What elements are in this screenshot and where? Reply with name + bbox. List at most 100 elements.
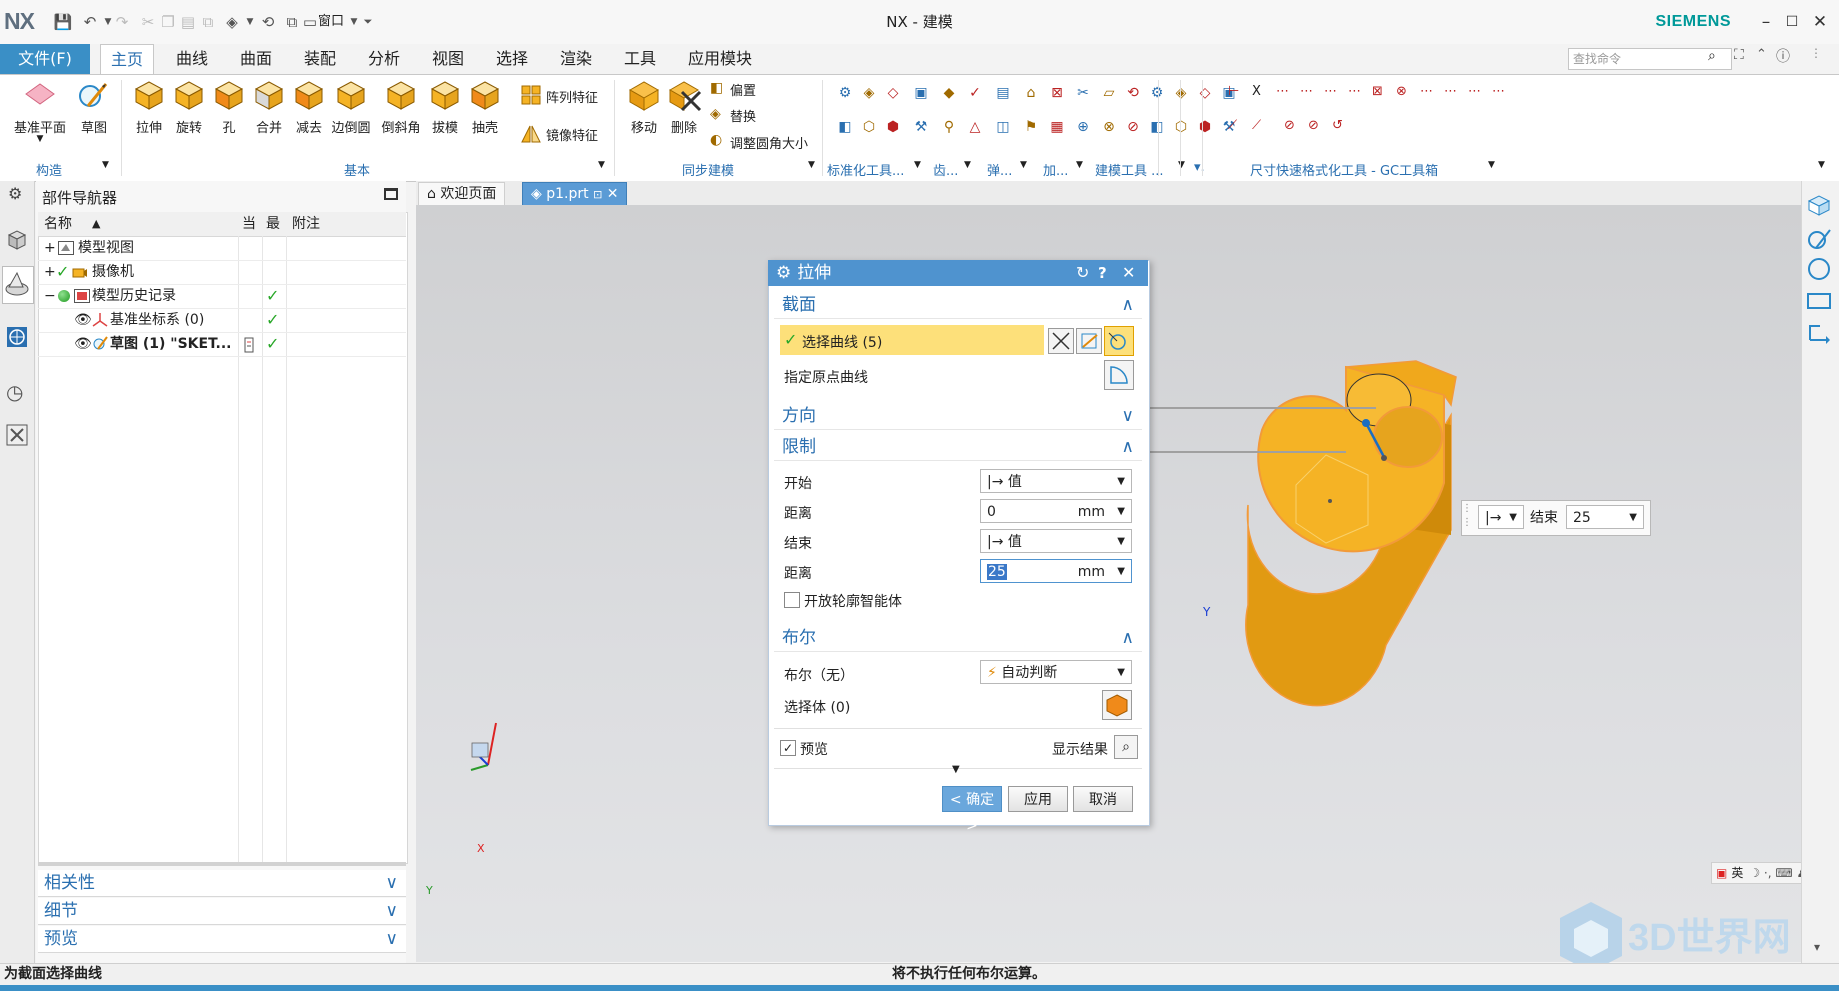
dimension-tool-icon[interactable]: ↺ xyxy=(1332,118,1343,133)
tab-application[interactable]: 应用模块 xyxy=(678,44,762,74)
boolean-group-header[interactable]: 布尔 ∧ xyxy=(774,625,1142,652)
datum-plane-icon[interactable] xyxy=(22,80,58,108)
column-current[interactable]: 当 xyxy=(242,212,256,236)
revolve-icon[interactable] xyxy=(172,78,206,112)
dimension-tool-icon[interactable]: ⟋ xyxy=(1252,118,1261,133)
expand-icon[interactable]: + xyxy=(44,260,56,284)
dimension-format-icon[interactable]: ⋯ xyxy=(1324,84,1337,99)
end-distance-input[interactable]: 25 mm ▼ xyxy=(980,559,1132,583)
column-notes[interactable]: 附注 xyxy=(292,212,320,236)
show-result-search-icon[interactable]: ⌕ xyxy=(1114,735,1138,759)
tool-icon[interactable]: ◧ xyxy=(1148,118,1166,136)
draft-icon[interactable] xyxy=(428,78,462,112)
dimension-format-icon[interactable]: ⋯ xyxy=(1420,84,1433,99)
machining-group-label[interactable]: 加... xyxy=(1043,160,1068,179)
dialog-title-bar[interactable]: ⚙ 拉伸 xyxy=(768,260,1148,286)
expand-icon[interactable]: + xyxy=(44,236,56,260)
curve-select-button[interactable] xyxy=(1104,326,1134,356)
chevron-down-icon[interactable]: ∨ xyxy=(386,926,398,952)
pattern-feature-icon[interactable] xyxy=(520,84,542,106)
tool-icon[interactable]: ⬢ xyxy=(884,118,902,136)
tool-icon[interactable]: ◆ xyxy=(940,84,958,102)
tab-home[interactable]: 主页 xyxy=(100,44,155,75)
replace-face-button[interactable]: 替换 xyxy=(730,106,756,125)
collapse-icon[interactable]: − xyxy=(44,284,56,308)
shell-icon[interactable] xyxy=(468,78,502,112)
standard-tools-group-label[interactable]: 标准化工具... xyxy=(827,160,904,179)
assembly-navigator-icon[interactable] xyxy=(6,228,28,252)
tool-icon[interactable]: ◧ xyxy=(836,118,854,136)
direction-group-header[interactable]: 方向 ∨ xyxy=(774,403,1142,430)
tab-surface[interactable]: 曲面 xyxy=(230,44,282,74)
sketch-button[interactable]: 草图 xyxy=(72,117,116,136)
tool-icon[interactable]: ⚙ xyxy=(1148,84,1166,102)
pattern-feature-button[interactable]: 阵列特征 xyxy=(546,87,598,106)
dimension-tool-icon[interactable]: ⟋ xyxy=(1228,118,1237,133)
origin-curve-button[interactable] xyxy=(1104,360,1134,390)
dimension-format-icon[interactable]: ⋯ xyxy=(1468,84,1481,99)
sort-ascending-icon[interactable]: ▲ xyxy=(92,212,100,236)
tool-icon[interactable]: ✓ xyxy=(966,84,984,102)
shell-button[interactable]: 抽壳 xyxy=(462,117,508,136)
chevron-down-icon[interactable]: ∨ xyxy=(386,898,398,924)
dimension-format-icon[interactable]: ⊢ xyxy=(1228,84,1239,99)
gear-icon[interactable]: ⚙ xyxy=(768,263,797,283)
help-icon[interactable]: ? xyxy=(1098,260,1107,286)
column-latest[interactable]: 最 xyxy=(266,212,280,236)
ok-button[interactable]: < 确定 > xyxy=(942,786,1002,834)
tab-render[interactable]: 渲染 xyxy=(550,44,602,74)
chevron-up-icon[interactable]: ∧ xyxy=(1122,434,1134,460)
view-cube-icon[interactable] xyxy=(1806,193,1832,217)
tool-icon[interactable]: ⌂ xyxy=(1022,84,1040,102)
tool-icon[interactable]: ⊠ xyxy=(1048,84,1066,102)
machining-group-dropdown-icon[interactable]: ▼ xyxy=(1076,160,1083,170)
tab-assembly[interactable]: 装配 xyxy=(294,44,346,74)
tab-file[interactable]: 文件(F) xyxy=(0,44,90,74)
dimension-format-icon[interactable]: ⋯ xyxy=(1348,84,1361,99)
settings-gear-icon[interactable]: ⚙ xyxy=(8,184,22,203)
end-limit-type-dropdown[interactable]: |→ ▼ xyxy=(1478,505,1524,529)
maximize-panel-icon[interactable] xyxy=(384,188,398,200)
edge-blend-icon[interactable] xyxy=(334,78,368,112)
preview-checkbox[interactable]: ✓ xyxy=(780,740,796,756)
apply-button[interactable]: 应用 xyxy=(1008,786,1068,812)
select-body-button[interactable] xyxy=(1102,690,1132,720)
dimension-format-icon[interactable]: X xyxy=(1252,84,1261,99)
tool-icon[interactable]: ⟲ xyxy=(1124,84,1142,102)
dimension-format-icon[interactable]: ⋯ xyxy=(1492,84,1505,99)
spring-group-label[interactable]: 弹... xyxy=(987,160,1012,179)
reuse-library-icon[interactable] xyxy=(6,424,28,446)
ribbon-overflow-icon[interactable]: ▼ xyxy=(1818,160,1825,170)
extra-group-label[interactable]: ▾. xyxy=(1194,160,1205,175)
tool-icon[interactable]: ⊗ xyxy=(1100,118,1118,136)
tool-icon[interactable]: ▱ xyxy=(1100,84,1118,102)
tab-select[interactable]: 选择 xyxy=(486,44,538,74)
replace-face-icon[interactable]: ◈ xyxy=(710,106,721,122)
tool-icon[interactable]: △ xyxy=(966,118,984,136)
column-name[interactable]: 名称 xyxy=(44,212,72,236)
close-button[interactable]: ✕ xyxy=(1806,8,1834,36)
rail-overflow-icon[interactable]: ▾ xyxy=(1814,940,1820,954)
standard-tools-dropdown-icon[interactable]: ▼ xyxy=(914,160,921,170)
dimension-format-icon[interactable]: ⋯ xyxy=(1444,84,1457,99)
tool-icon[interactable]: ⚲ xyxy=(940,118,958,136)
tool-icon[interactable]: ◈ xyxy=(860,84,878,102)
tool-icon[interactable]: ⬡ xyxy=(860,118,878,136)
finish-sketch-icon[interactable] xyxy=(1806,320,1832,346)
ribbon-grip-icon[interactable]: ⋮ xyxy=(1810,46,1822,60)
drag-grip-icon[interactable]: ⋮ ⋮ xyxy=(1462,502,1472,530)
section-group-header[interactable]: 截面 ∧ xyxy=(774,292,1142,319)
tab-welcome-page[interactable]: ⌂ 欢迎页面 xyxy=(418,182,506,206)
move-face-button[interactable]: 移动 xyxy=(622,117,666,136)
gc-toolkit-dropdown-icon[interactable]: ▼ xyxy=(1488,160,1495,170)
tool-icon[interactable]: ◈ xyxy=(1172,84,1190,102)
tab-tools[interactable]: 工具 xyxy=(614,44,666,74)
reset-icon[interactable]: ↻ xyxy=(1076,260,1089,286)
tool-icon[interactable]: ▤ xyxy=(994,84,1012,102)
visibility-eye-icon[interactable]: 👁 xyxy=(74,308,92,332)
minimize-button[interactable]: – xyxy=(1752,8,1780,36)
unite-icon[interactable] xyxy=(252,78,286,112)
rectangle-tool-icon[interactable] xyxy=(1806,290,1832,312)
offset-face-icon[interactable]: ◧ xyxy=(710,80,723,96)
tab-analysis[interactable]: 分析 xyxy=(358,44,410,74)
